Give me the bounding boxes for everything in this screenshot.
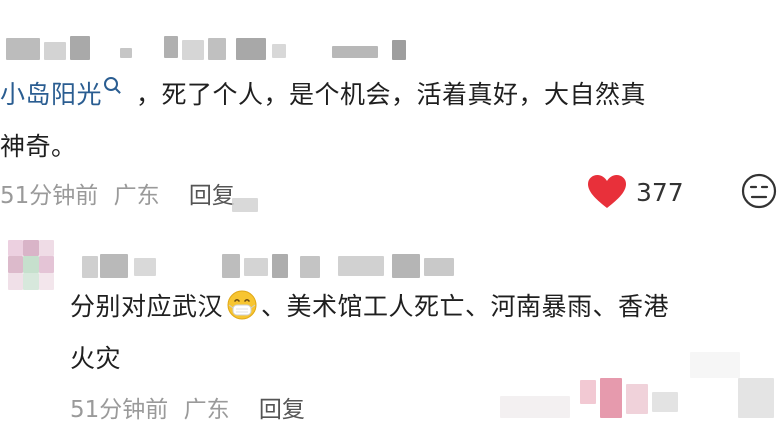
heart-icon [588,175,626,208]
avatar [8,240,54,290]
comment-1-meta: 51分钟前 广东 回复 [0,176,235,210]
location: 广东 [183,397,230,423]
timestamp: 51分钟前 [70,397,169,423]
comment-2-text: 分别对应武汉 、美术馆工人死亡、河南暴雨、香港 火灾 [70,281,669,385]
mention-link[interactable]: 小岛阳光 [0,80,102,109]
comment-1-line2: 神奇。 [0,132,77,161]
emoji-face-icon[interactable] [741,173,777,209]
comment-1-line1: ，死了个人，是个机会，活着真好，大自然真 [136,80,647,109]
like-button[interactable]: 377 [588,172,684,212]
mask-face-icon [227,290,257,320]
location: 广东 [113,183,160,209]
comment-2-part1: 分别对应武汉 [70,292,224,321]
search-icon [104,77,119,91]
comment-1-text: 小岛阳光 ，死了个人，是个机会，活着真好，大自然真 神奇。 [0,69,646,173]
comment-2-meta: 51分钟前 广东 回复 [70,390,305,424]
comment-2-part2: 、美术馆工人死亡、河南暴雨、香港 [261,292,670,321]
timestamp: 51分钟前 [0,183,99,209]
reply-pixelated [232,198,258,212]
reply-button[interactable]: 回复 [189,183,235,209]
reply-button[interactable]: 回复 [259,397,305,423]
like-count: 377 [636,177,684,207]
comment-2-line2: 火灾 [70,344,122,373]
